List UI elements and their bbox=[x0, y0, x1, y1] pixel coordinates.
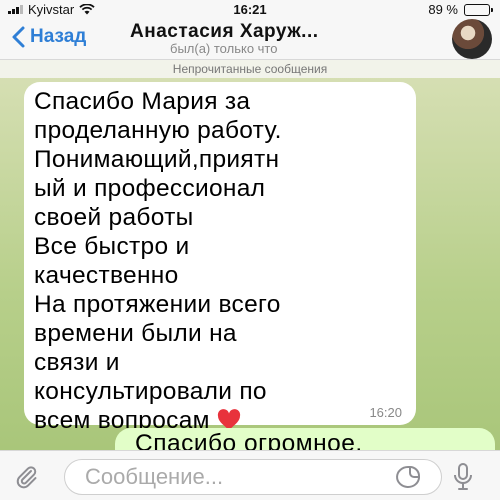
outgoing-message-text: Спасибо огромное. bbox=[135, 430, 363, 450]
message-input[interactable] bbox=[64, 459, 442, 495]
battery-icon bbox=[464, 3, 493, 16]
incoming-message-body: Спасибо Мария за проделанную работу. Пон… bbox=[34, 87, 406, 435]
avatar[interactable] bbox=[452, 19, 492, 59]
last-seen-status: был(а) только что bbox=[170, 41, 278, 56]
sticker-icon[interactable] bbox=[394, 465, 422, 489]
signal-icon bbox=[8, 4, 23, 14]
outgoing-message[interactable]: Спасибо огромное. bbox=[115, 428, 495, 450]
status-bar: Kyivstar 16:21 89 % bbox=[0, 0, 500, 18]
back-label: Назад bbox=[30, 26, 87, 47]
chat-area[interactable]: Непрочитанные сообщения Спасибо Мария за… bbox=[0, 60, 500, 450]
paperclip-icon[interactable] bbox=[14, 464, 40, 490]
status-right: 89 % bbox=[428, 2, 493, 17]
microphone-icon[interactable] bbox=[452, 462, 474, 492]
carrier-label: Kyivstar bbox=[28, 1, 75, 17]
wifi-icon bbox=[79, 3, 95, 14]
chevron-left-icon bbox=[12, 26, 25, 48]
unread-messages-banner: Непрочитанные сообщения bbox=[0, 60, 500, 78]
status-left: Kyivstar bbox=[8, 2, 198, 17]
incoming-message-text: Спасибо Мария за проделанную работу. Пон… bbox=[34, 88, 282, 434]
message-timestamp: 16:20 bbox=[369, 405, 402, 420]
incoming-message[interactable]: Спасибо Мария за проделанную работу. Пон… bbox=[24, 82, 416, 434]
chat-header: Назад Анастасия Харуж... был(а) только ч… bbox=[0, 18, 500, 60]
back-button[interactable]: Назад bbox=[8, 24, 86, 50]
chat-title[interactable]: Анастасия Харуж... bbox=[130, 21, 319, 43]
message-composer bbox=[0, 450, 500, 500]
battery-percent: 89 % bbox=[428, 2, 458, 17]
